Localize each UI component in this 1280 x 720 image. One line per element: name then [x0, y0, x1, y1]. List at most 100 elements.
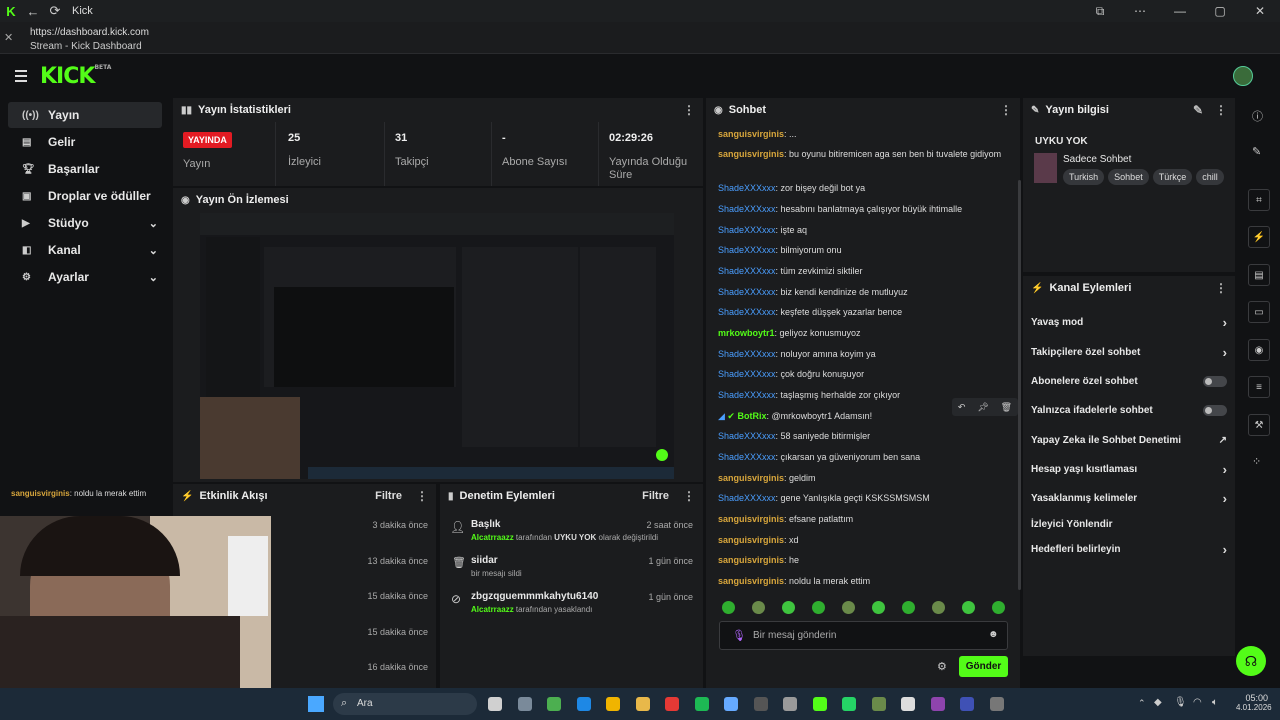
taskbar-search[interactable]: ⌕ Ara [333, 693, 477, 715]
copilot-icon[interactable] [547, 697, 561, 711]
wifi-icon[interactable]: ◠ [1193, 697, 1202, 708]
tag[interactable]: Sohbet [1108, 169, 1149, 185]
more-options-icon[interactable]: ⋮ [683, 489, 695, 503]
sidebar-item-ayarlar[interactable]: ⚙ Ayarlar ⌄ [8, 264, 162, 290]
hamburger-menu-icon[interactable] [15, 70, 27, 85]
sidebar-item-yayin[interactable]: ((•)) Yayın [8, 102, 162, 128]
emote-icon[interactable] [722, 601, 735, 614]
sidebar-item-kanal[interactable]: ◧ Kanal ⌄ [8, 237, 162, 263]
microphone-icon[interactable]: 🎙︎ [732, 629, 746, 642]
chat-username[interactable]: ShadeXXXxxx [718, 225, 776, 235]
maximize-icon[interactable]: ▢ [1200, 4, 1240, 19]
emote-icon[interactable] [902, 601, 915, 614]
chat-username[interactable]: ShadeXXXxxx [718, 287, 776, 297]
refresh-icon[interactable]: ⟳ [44, 3, 66, 19]
whatsapp-icon[interactable] [842, 697, 856, 711]
mod-user[interactable]: Alcatrraazz [471, 605, 514, 614]
stream-category[interactable]: Sadece Sohbet [1063, 154, 1131, 165]
sidebar-item-gelir[interactable]: ▤ Gelir [8, 129, 162, 155]
action-account-age[interactable]: Hesap yaşı kısıtlaması › [1031, 459, 1227, 479]
emoji-icon[interactable]: ☻ [988, 629, 999, 640]
chat-scrollbar[interactable] [1018, 180, 1021, 590]
sidebar-item-studyo[interactable]: ▶ Stüdyo ⌄ [8, 210, 162, 236]
widgets-icon[interactable]: ⁘ [1252, 455, 1261, 468]
more-options-icon[interactable]: ⋮ [683, 103, 695, 117]
more-options-icon[interactable]: ⋮ [1215, 103, 1227, 117]
chat-username[interactable]: BotRix [737, 411, 766, 421]
chat-username[interactable]: sanguisvirginis [718, 535, 784, 545]
app-g-icon[interactable] [901, 697, 915, 711]
emotes-only-toggle[interactable] [1203, 404, 1227, 416]
send-button[interactable]: Gönder [959, 656, 1008, 677]
action-ai-moderation[interactable]: Yapay Zeka ile Sohbet Denetimi ↗ [1031, 430, 1227, 450]
emote-icon[interactable] [752, 601, 765, 614]
app-circle-icon[interactable] [960, 697, 974, 711]
delete-icon[interactable]: 🗑︎ [1001, 402, 1012, 413]
windows-start-icon[interactable] [308, 696, 324, 712]
microphone-tray-icon[interactable]: 🎙︎ [1174, 697, 1187, 708]
chat-username[interactable]: ShadeXXXxxx [718, 307, 776, 317]
back-arrow-icon[interactable]: ← [22, 4, 44, 19]
app-icon[interactable] [753, 697, 768, 711]
chat-username[interactable]: ShadeXXXxxx [718, 266, 776, 276]
sidebar-item-basarilar[interactable]: 🏆︎ Başarılar [8, 156, 162, 182]
tray-chevron-icon[interactable]: ⌃ [1138, 698, 1146, 709]
minecraft-icon[interactable] [871, 697, 886, 711]
stream-preview-video[interactable] [200, 213, 674, 479]
scan-icon[interactable]: ⌗ [1248, 189, 1270, 211]
more-options-icon[interactable]: ⋮ [416, 489, 428, 503]
url-text[interactable]: https://dashboard.kick.com [30, 27, 149, 38]
chat-username[interactable]: ShadeXXXxxx [718, 493, 776, 503]
edit-layout-icon[interactable]: ✎ [1252, 145, 1261, 158]
chat-username[interactable]: mrkowboytr1 [718, 328, 775, 338]
chat-username[interactable]: ShadeXXXxxx [718, 431, 776, 441]
store-icon[interactable] [606, 697, 620, 711]
action-set-goals[interactable]: Hedefleri belirleyin › [1031, 539, 1227, 559]
emote-icon[interactable] [812, 601, 825, 614]
chrome-icon[interactable] [665, 697, 679, 711]
picture-in-picture-icon[interactable]: ⧉ [1080, 4, 1120, 19]
wrench-icon[interactable]: ⚒ [1248, 414, 1270, 436]
info-icon[interactable]: ⓘ [1252, 108, 1263, 124]
more-options-icon[interactable]: ⋮ [1215, 281, 1227, 295]
chat-username[interactable]: ShadeXXXxxx [718, 183, 776, 193]
emote-icon[interactable] [782, 601, 795, 614]
pin-icon[interactable]: 📌︎ [977, 402, 988, 413]
chat-username[interactable]: ShadeXXXxxx [718, 369, 776, 379]
chat-username[interactable]: ShadeXXXxxx [718, 390, 776, 400]
user-avatar[interactable] [1233, 66, 1253, 86]
chat-input[interactable]: 🎙︎ Bir mesaj gönderin ☻ [719, 621, 1008, 650]
app-last-icon[interactable] [989, 697, 1004, 711]
app-n-icon[interactable] [930, 697, 945, 711]
action-redirect-viewers[interactable]: İzleyici Yönlendir [1031, 514, 1227, 534]
filter-button[interactable]: Filtre [375, 490, 402, 502]
chat-username[interactable]: sanguisvirginis [718, 149, 784, 159]
chat-username[interactable]: sanguisvirginis [718, 473, 784, 483]
subscribers-only-toggle[interactable] [1203, 375, 1227, 387]
support-headset-icon[interactable]: ☊ [1236, 646, 1266, 676]
edit-icon[interactable]: ✎ [1193, 103, 1203, 117]
chat-username[interactable]: ShadeXXXxxx [718, 204, 776, 214]
tag[interactable]: Turkish [1063, 169, 1105, 185]
mod-user[interactable]: Alcatrraazz [471, 533, 514, 542]
kick-icon[interactable] [812, 697, 827, 711]
emote-icon[interactable] [872, 601, 885, 614]
volume-icon[interactable]: 🔈︎ [1212, 697, 1218, 708]
chat-username[interactable]: ShadeXXXxxx [718, 452, 776, 462]
sidebar-item-droplar[interactable]: ▣ Droplar ve ödüller [8, 183, 162, 209]
action-banned-words[interactable]: Yasaklanmış kelimeler › [1031, 488, 1227, 508]
edge-icon[interactable] [576, 697, 591, 711]
kick-logo[interactable]: KICKBETA [40, 64, 111, 89]
list-icon[interactable]: ≡ [1248, 376, 1270, 398]
chat-bubble-icon[interactable]: ▭ [1248, 301, 1270, 323]
bolt-icon[interactable]: ⚡ [1248, 226, 1270, 248]
emote-icon[interactable] [842, 601, 855, 614]
menu-icon[interactable]: ⋯ [1120, 4, 1160, 19]
chat-username[interactable]: sanguisvirginis [718, 129, 784, 139]
discord-icon[interactable] [783, 697, 797, 711]
chat-username[interactable]: sanguisvirginis [718, 514, 784, 524]
close-tab-icon[interactable]: ✕ [4, 31, 13, 44]
widget-icon[interactable] [517, 697, 532, 711]
steam-icon[interactable] [724, 697, 738, 711]
broadcast-icon[interactable]: ◉ [1248, 339, 1270, 361]
